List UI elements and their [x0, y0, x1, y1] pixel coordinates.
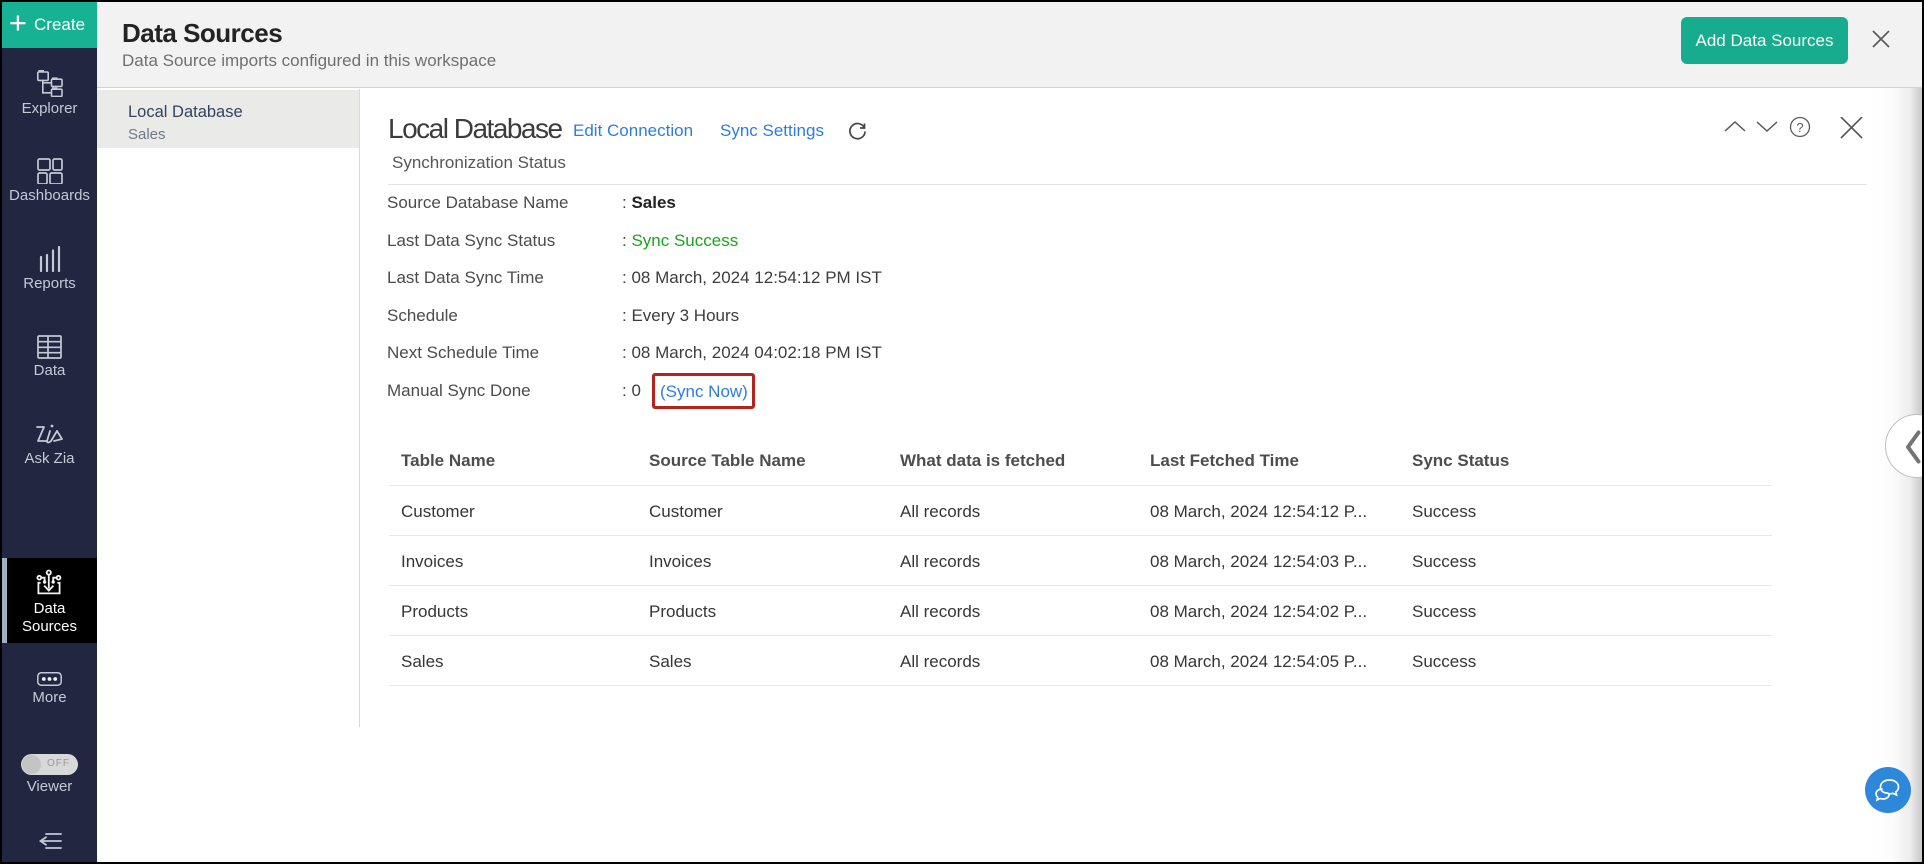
svg-text:?: ?	[1796, 120, 1803, 135]
